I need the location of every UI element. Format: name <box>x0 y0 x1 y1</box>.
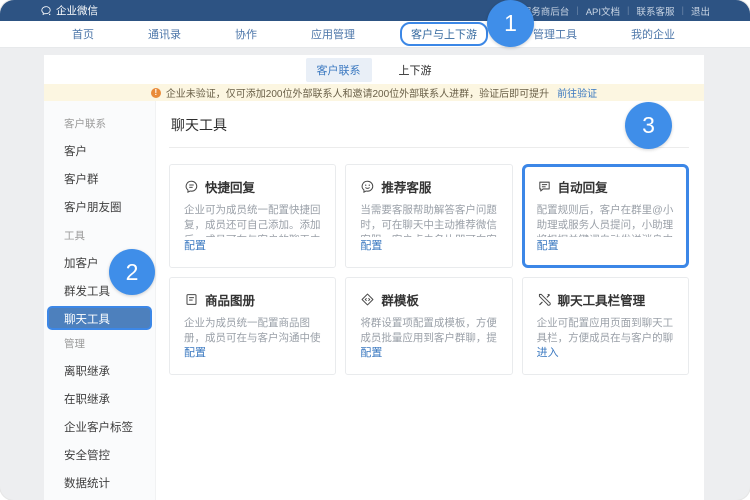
main-nav: 首页 通讯录 协作 应用管理 客户与上下游 管理工具 我的企业 <box>0 21 750 48</box>
divider: | <box>682 5 684 16</box>
tab-customer-contact[interactable]: 客户联系 <box>306 58 372 82</box>
callout-badge-2: 2 <box>109 249 155 295</box>
callout-badge-1: 1 <box>487 0 534 47</box>
sidebar-item-security-control[interactable]: 安全管控 <box>44 442 155 470</box>
auto-reply-icon <box>537 179 552 194</box>
top-header-bar: 企业微信 服务商后台 | API文档 | 联系客服 | 退出 <box>0 0 750 21</box>
content-columns: 客户联系 客户 客户群 客户朋友圈 工具 加客户 群发工具 聊天工具 管理 离职… <box>44 101 704 500</box>
api-docs-link[interactable]: API文档 <box>586 4 620 18</box>
card-header: 快捷回复 <box>184 177 321 196</box>
card-chat-toolbar-management: 聊天工具栏管理 企业可配置应用页面到聊天工具栏，方便成员在与客户的聊天中查看和使… <box>522 277 689 375</box>
logout-link[interactable]: 退出 <box>691 4 710 18</box>
card-header: 群模板 <box>360 290 497 309</box>
sidebar-section-customer-contact: 客户联系 <box>44 110 155 138</box>
header-links: 服务商后台 | API文档 | 联系客服 | 退出 <box>522 4 710 18</box>
sidebar-item-customer-tags[interactable]: 企业客户标签 <box>44 414 155 442</box>
alert-icon: ! <box>151 88 161 98</box>
sidebar-item-customers[interactable]: 客户 <box>44 138 155 166</box>
nav-item-customers-upstream-downstream[interactable]: 客户与上下游 <box>400 22 488 46</box>
card-title: 聊天工具栏管理 <box>558 290 646 309</box>
sub-tab-bar: 客户联系 上下游 <box>44 55 704 84</box>
card-header: 商品图册 <box>184 290 321 309</box>
recommend-service-icon <box>360 179 375 194</box>
card-description: 企业可配置应用页面到聊天工具栏，方便成员在与客户的聊天中查看和使用，提高服务效率… <box>537 316 674 344</box>
configure-link[interactable]: 配置 <box>360 344 497 360</box>
configure-link[interactable]: 配置 <box>537 237 674 253</box>
sidebar-item-resigned-inheritance[interactable]: 离职继承 <box>44 358 155 386</box>
card-description: 将群设置项配置成模板，方便成员批量应用到客户群聊，提高服务效率。 <box>360 316 497 344</box>
card-description: 企业为成员统一配置商品图册，成员可在与客户沟通中使用。 <box>184 316 321 344</box>
feature-cards-grid: 快捷回复 企业可为成员统一配置快捷回复，成员还可自己添加。添加后，成员可在与客户… <box>169 164 689 375</box>
go-verify-link[interactable]: 前往验证 <box>557 85 597 100</box>
main-panel: 聊天工具 快捷回复 企业可为成员统一配置快捷回复，成员还可自己添加。添加后，成员… <box>156 101 704 500</box>
nav-item-admin-tools[interactable]: 管理工具 <box>533 26 577 42</box>
sidebar-item-customer-moments[interactable]: 客户朋友圈 <box>44 194 155 222</box>
configure-link[interactable]: 配置 <box>360 237 497 253</box>
divider: | <box>627 5 629 16</box>
card-description: 当需要客服帮助解答客户问题时，可在聊天中主动推荐微信客服。客户点击名片即可向客服… <box>360 203 497 237</box>
sidebar-section-management: 管理 <box>44 330 155 358</box>
page-title: 聊天工具 <box>169 113 689 148</box>
configure-link[interactable]: 配置 <box>184 344 321 360</box>
wechat-work-bubble-icon <box>40 5 52 17</box>
sidebar-item-customer-groups[interactable]: 客户群 <box>44 166 155 194</box>
nav-item-contacts[interactable]: 通讯录 <box>148 26 181 42</box>
app-window: 企业微信 服务商后台 | API文档 | 联系客服 | 退出 首页 通讯录 协作… <box>0 0 750 500</box>
quick-reply-icon <box>184 179 199 194</box>
contact-support-link[interactable]: 联系客服 <box>637 4 675 18</box>
nav-item-app-management[interactable]: 应用管理 <box>311 26 355 42</box>
app-logo[interactable]: 企业微信 <box>40 3 98 18</box>
card-title: 快捷回复 <box>205 177 255 196</box>
card-header: 聊天工具栏管理 <box>537 290 674 309</box>
divider: | <box>576 5 578 16</box>
card-title: 群模板 <box>381 290 419 309</box>
card-title: 商品图册 <box>205 290 255 309</box>
app-logo-text: 企业微信 <box>56 3 98 18</box>
configure-link[interactable]: 配置 <box>184 237 321 253</box>
chat-toolbar-icon <box>537 292 552 307</box>
enter-link[interactable]: 进入 <box>537 344 674 360</box>
tab-upstream-downstream[interactable]: 上下游 <box>388 58 443 82</box>
card-header: 推荐客服 <box>360 177 497 196</box>
card-description: 配置规则后，客户在群里@小助理或服务人员提问，小助理将根据关键词自动发送消息内容… <box>537 203 674 237</box>
sidebar-section-tools: 工具 <box>44 222 155 250</box>
card-auto-reply: 自动回复 配置规则后，客户在群里@小助理或服务人员提问，小助理将根据关键词自动发… <box>522 164 689 268</box>
product-album-icon <box>184 292 199 307</box>
card-title: 推荐客服 <box>381 177 431 196</box>
card-recommend-service: 推荐客服 当需要客服帮助解答客户问题时，可在聊天中主动推荐微信客服。客户点击名片… <box>345 164 512 268</box>
card-description: 企业可为成员统一配置快捷回复，成员还可自己添加。添加后，成员可在与客户的聊天中使… <box>184 203 321 237</box>
card-header: 自动回复 <box>537 177 674 196</box>
sidebar-item-chat-tools[interactable]: 聊天工具 <box>47 306 152 330</box>
callout-badge-3: 3 <box>625 102 672 149</box>
card-quick-reply: 快捷回复 企业可为成员统一配置快捷回复，成员还可自己添加。添加后，成员可在与客户… <box>169 164 336 268</box>
sidebar: 客户联系 客户 客户群 客户朋友圈 工具 加客户 群发工具 聊天工具 管理 离职… <box>44 101 156 500</box>
warning-text: 企业未验证，仅可添加200位外部联系人和邀请200位外部联系人进群，验证后即可提… <box>166 85 549 100</box>
nav-item-my-company[interactable]: 我的企业 <box>631 26 675 42</box>
verification-warning-bar: ! 企业未验证，仅可添加200位外部联系人和邀请200位外部联系人进群，验证后即… <box>44 84 704 101</box>
sidebar-item-active-inheritance[interactable]: 在职继承 <box>44 386 155 414</box>
nav-item-collaboration[interactable]: 协作 <box>235 26 257 42</box>
card-title: 自动回复 <box>558 177 608 196</box>
sidebar-item-data-statistics[interactable]: 数据统计 <box>44 470 155 498</box>
card-product-album: 商品图册 企业为成员统一配置商品图册，成员可在与客户沟通中使用。 配置 <box>169 277 336 375</box>
nav-item-home[interactable]: 首页 <box>72 26 94 42</box>
group-template-icon <box>360 292 375 307</box>
card-group-template: 群模板 将群设置项配置成模板，方便成员批量应用到客户群聊，提高服务效率。 配置 <box>345 277 512 375</box>
